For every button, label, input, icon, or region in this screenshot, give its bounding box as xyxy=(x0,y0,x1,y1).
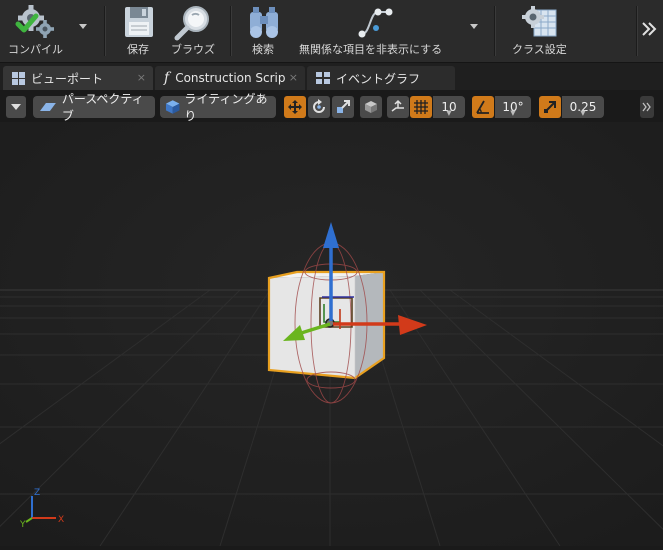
hide-unrelated-options-arrow[interactable] xyxy=(470,24,478,29)
browse-label: ブラウズ xyxy=(171,43,215,56)
chevron-double-right-icon[interactable] xyxy=(641,22,657,36)
function-icon: f xyxy=(164,70,170,86)
move-arrows-icon xyxy=(288,100,302,114)
class-settings-button[interactable]: クラス設定 xyxy=(508,0,572,62)
binoculars-icon xyxy=(250,7,278,38)
save-label: 保存 xyxy=(127,43,149,56)
perspective-label: パースペクティブ xyxy=(61,92,144,123)
x-axis-label: X xyxy=(58,515,64,525)
surface-snap-button[interactable] xyxy=(387,96,409,118)
event-graph-icon xyxy=(316,72,330,84)
grid-snap-value[interactable]: 10 ▼ xyxy=(433,96,465,118)
rotate-icon xyxy=(313,99,325,113)
scale-icon xyxy=(337,100,350,113)
toolbar-separator xyxy=(230,6,232,56)
surface-snap-icon xyxy=(391,99,404,112)
grid-icon xyxy=(414,100,428,114)
editor-tab-bar: ビューポート × f Construction Scrip × イベントグラフ xyxy=(0,63,663,90)
grid-snap-toggle[interactable] xyxy=(410,96,432,118)
3d-viewport[interactable]: Z X Y xyxy=(0,122,663,547)
scale-snap-icon xyxy=(544,101,556,113)
chevron-double-right-icon xyxy=(642,102,651,112)
chevron-down-icon: ▼ xyxy=(510,109,516,117)
viewport-icon xyxy=(12,71,25,85)
translate-tool-button[interactable] xyxy=(284,96,306,118)
close-icon[interactable]: × xyxy=(289,71,298,84)
z-axis-label: Z xyxy=(34,488,40,498)
scale-tool-button[interactable] xyxy=(332,96,354,118)
perspective-icon xyxy=(39,103,56,111)
tab-construction-script[interactable]: f Construction Scrip × xyxy=(155,66,305,90)
tab-label: Construction Scrip xyxy=(175,71,286,85)
close-icon[interactable]: × xyxy=(137,71,146,84)
hide-unrelated-button[interactable]: 無関係な項目を非表示にする xyxy=(296,0,456,62)
save-icon xyxy=(125,7,153,37)
compile-options-arrow[interactable] xyxy=(79,24,87,29)
y-axis-label: Y xyxy=(19,520,26,530)
viewport-scene: Z X Y xyxy=(0,122,663,547)
compile-label: コンパイル xyxy=(8,43,63,56)
compile-button[interactable]: コンパイル xyxy=(0,0,74,62)
save-button[interactable]: 保存 xyxy=(118,0,160,62)
search-label: 検索 xyxy=(252,43,274,56)
perspective-dropdown[interactable]: パースペクティブ xyxy=(33,92,155,123)
rotation-snap-value[interactable]: 10° ▼ xyxy=(495,96,531,118)
lighting-mode-dropdown[interactable]: ライティングあり xyxy=(160,92,276,123)
viewport-overflow-button[interactable] xyxy=(640,96,654,118)
scale-snap-value[interactable]: 0.25 ▼ xyxy=(562,96,604,118)
world-cube-icon xyxy=(365,101,377,113)
tab-label: ビューポート xyxy=(31,71,104,86)
rotate-tool-button[interactable] xyxy=(308,96,330,118)
class-settings-icon xyxy=(522,6,557,37)
toolbar-separator xyxy=(636,6,638,56)
viewport-options-button[interactable] xyxy=(6,96,26,118)
lit-cube-icon xyxy=(165,100,180,114)
magnifier-icon xyxy=(174,6,209,41)
rotation-snap-toggle[interactable] xyxy=(472,96,494,118)
chevron-down-icon xyxy=(11,104,21,110)
class-settings-label: クラス設定 xyxy=(512,43,567,56)
scale-snap-toggle[interactable] xyxy=(539,96,561,118)
search-button[interactable]: 検索 xyxy=(243,0,287,62)
tab-viewport[interactable]: ビューポート × xyxy=(3,66,153,90)
tab-label: イベントグラフ xyxy=(336,71,421,86)
hide-unrelated-icon xyxy=(358,8,393,38)
viewport-toolbar: パースペクティブ ライティングあり 10 ▼ 10° ▼ 0.25 ▼ xyxy=(0,90,663,123)
chevron-down-icon: ▼ xyxy=(580,109,586,117)
browse-button[interactable]: ブラウズ xyxy=(168,0,218,62)
chevron-down-icon: ▼ xyxy=(446,109,452,117)
toolbar-separator xyxy=(494,6,496,56)
angle-icon xyxy=(476,100,489,114)
tab-event-graph[interactable]: イベントグラフ xyxy=(307,66,455,90)
coordinate-space-button[interactable] xyxy=(360,96,382,118)
hide-unrelated-label: 無関係な項目を非表示にする xyxy=(299,43,443,56)
toolbar-separator xyxy=(104,6,106,56)
main-toolbar: コンパイル 保存 ブラウズ 検索 無関係な項目を非表示にする クラス設定 xyxy=(0,0,663,63)
lighting-label: ライティングあり xyxy=(184,92,268,123)
compile-icon xyxy=(15,5,54,38)
